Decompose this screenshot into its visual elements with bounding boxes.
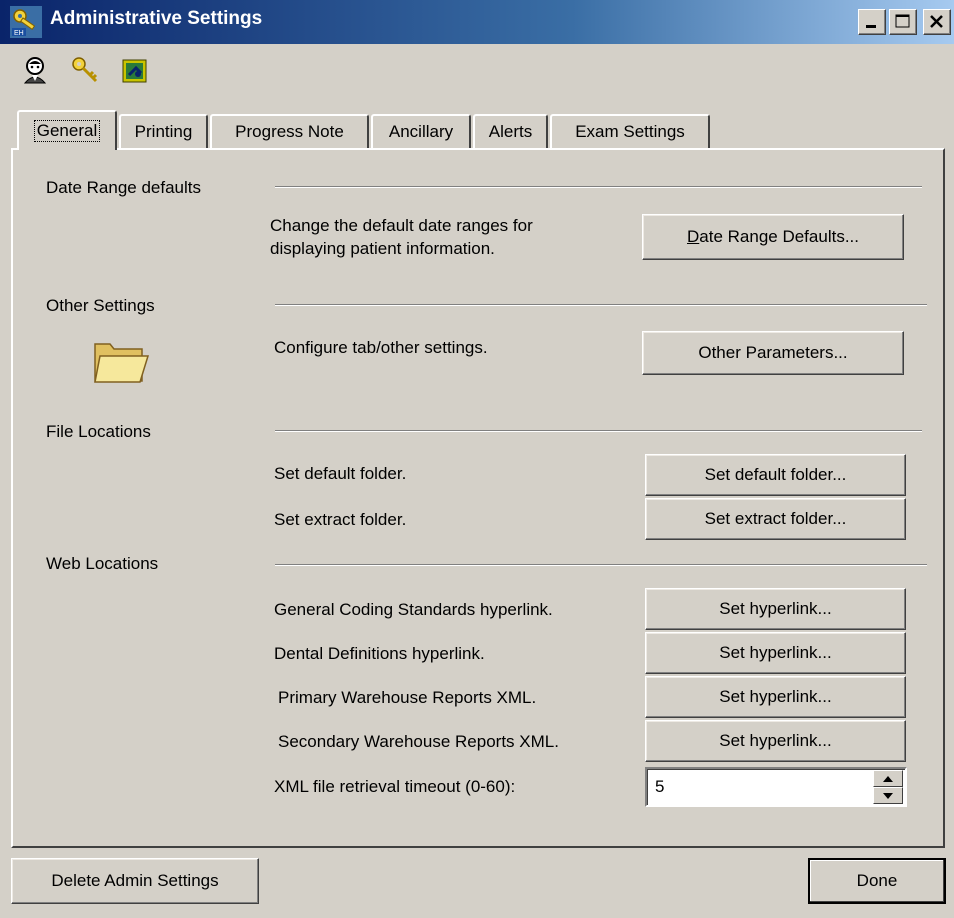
section-divider <box>275 304 927 306</box>
date-range-defaults-button[interactable]: Date Range Defaults... <box>642 214 904 260</box>
tab-printing[interactable]: Printing <box>119 114 208 148</box>
key-icon[interactable] <box>70 55 100 85</box>
other-settings-section-title: Other Settings <box>46 296 155 315</box>
spin-up-button[interactable] <box>873 770 903 787</box>
date-range-description: Change the default date ranges for displ… <box>270 214 533 260</box>
tab-general[interactable]: General <box>17 110 117 150</box>
xml-timeout-value[interactable]: 5 <box>655 777 664 797</box>
coding-standards-description: General Coding Standards hyperlink. <box>274 600 553 619</box>
web-locations-section-title: Web Locations <box>46 554 159 573</box>
set-dental-definitions-hyperlink-button[interactable]: Set hyperlink... <box>645 632 906 674</box>
tab-exam-settings-label: Exam Settings <box>575 122 685 141</box>
section-divider <box>275 186 922 188</box>
set-primary-warehouse-hyperlink-button[interactable]: Set hyperlink... <box>645 676 906 718</box>
window-title: Administrative Settings <box>50 8 263 29</box>
tab-general-label: General <box>33 120 101 142</box>
set-secondary-warehouse-hyperlink-button[interactable]: Set hyperlink... <box>645 720 906 762</box>
set-default-folder-button[interactable]: Set default folder... <box>645 454 906 496</box>
tab-ancillary-label: Ancillary <box>388 122 454 141</box>
spin-down-button[interactable] <box>873 787 903 804</box>
set-coding-standards-hyperlink-button[interactable]: Set hyperlink... <box>645 588 906 630</box>
done-button[interactable]: Done <box>808 858 946 904</box>
tab-alerts-label: Alerts <box>488 122 533 141</box>
tab-ancillary[interactable]: Ancillary <box>371 114 471 148</box>
extract-folder-description: Set extract folder. <box>274 510 407 529</box>
other-parameters-button[interactable]: Other Parameters... <box>642 331 904 375</box>
mnemonic-d: D <box>687 227 700 246</box>
other-settings-description: Configure tab/other settings. <box>274 338 488 357</box>
date-range-desc-line1: Change the default date ranges for <box>270 216 533 235</box>
tab-exam-settings[interactable]: Exam Settings <box>550 114 710 148</box>
set-extract-folder-button[interactable]: Set extract folder... <box>645 498 906 540</box>
arrow-up-icon <box>883 775 893 782</box>
close-icon <box>930 15 943 28</box>
minimize-button[interactable] <box>858 9 886 35</box>
settings-icon[interactable] <box>120 55 150 85</box>
minimize-icon <box>866 25 876 28</box>
folder-icon <box>94 343 150 383</box>
default-folder-description: Set default folder. <box>274 464 407 483</box>
tab-printing-label: Printing <box>134 122 193 141</box>
tab-alerts[interactable]: Alerts <box>473 114 548 148</box>
delete-admin-settings-button[interactable]: Delete Admin Settings <box>11 858 259 904</box>
date-range-defaults-label: ate Range Defaults... <box>699 227 859 246</box>
keys-app-icon: EH <box>10 6 42 38</box>
file-locations-section-title: File Locations <box>46 422 151 441</box>
secondary-warehouse-description: Secondary Warehouse Reports XML. <box>278 732 559 751</box>
svg-text:EH: EH <box>14 30 24 37</box>
date-range-section-title: Date Range defaults <box>46 178 201 197</box>
xml-timeout-stepper[interactable]: 5 <box>645 767 907 807</box>
dental-definitions-description: Dental Definitions hyperlink. <box>274 644 485 663</box>
maximize-icon <box>895 14 910 28</box>
xml-timeout-label: XML file retrieval timeout (0-60): <box>274 777 516 796</box>
arrow-down-icon <box>883 792 893 799</box>
section-divider <box>275 564 927 566</box>
tab-progress-note[interactable]: Progress Note <box>210 114 369 148</box>
maximize-button[interactable] <box>889 9 917 35</box>
primary-warehouse-description: Primary Warehouse Reports XML. <box>278 688 537 707</box>
section-divider <box>275 430 922 432</box>
tab-progress-note-label: Progress Note <box>235 122 344 141</box>
user-icon[interactable] <box>20 55 50 85</box>
date-range-desc-line2: displaying patient information. <box>270 239 495 258</box>
close-button[interactable] <box>923 9 951 35</box>
